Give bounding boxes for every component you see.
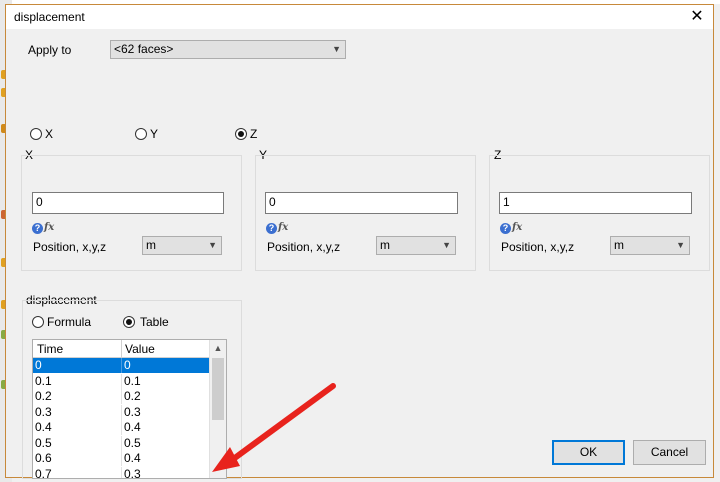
help-icon[interactable]: ? (32, 223, 43, 234)
displacement-table[interactable]: Time Value 0 0 0.1 0.1 0.2 0.2 0.3 0.3 0.4 0.4 0.5… (32, 339, 227, 479)
fx-icon[interactable]: fx (512, 222, 522, 233)
column-divider (121, 404, 122, 420)
column-divider (121, 435, 122, 451)
y-unit-value: m (380, 238, 390, 252)
axis-radio-z[interactable] (235, 128, 247, 140)
column-divider (121, 358, 122, 373)
axis-radio-x-label: X (45, 127, 54, 141)
scrollbar-thumb[interactable] (212, 358, 224, 420)
z-position-label: Position, x,y,z (501, 240, 575, 254)
x-unit-select[interactable]: m ▼ (142, 236, 222, 255)
table-scrollbar[interactable]: ▲ (209, 340, 226, 478)
value-cell[interactable]: 0.3 (124, 405, 141, 419)
column-header-time[interactable]: Time (37, 342, 63, 356)
column-divider (121, 420, 122, 435)
x-position-label: Position, x,y,z (33, 240, 107, 254)
table-row[interactable]: 0.6 0.4 (33, 451, 211, 466)
axis-radio-y[interactable] (135, 128, 147, 140)
table-radio-label: Table (140, 315, 169, 329)
z-unit-select[interactable]: m ▼ (610, 236, 690, 255)
apply-to-value: <62 faces> (114, 42, 174, 56)
help-icon[interactable]: ? (500, 223, 511, 234)
column-divider (121, 466, 122, 478)
time-cell[interactable]: 0.2 (35, 389, 52, 403)
table-row[interactable]: 0.2 0.2 (33, 389, 211, 404)
column-divider (121, 389, 122, 404)
value-cell[interactable]: 0.1 (124, 374, 141, 388)
cancel-button[interactable]: Cancel (633, 440, 706, 465)
time-cell[interactable]: 0.6 (35, 451, 52, 465)
y-unit-select[interactable]: m ▼ (376, 236, 456, 255)
formula-radio-label: Formula (47, 315, 92, 329)
time-cell[interactable]: 0 (35, 358, 42, 372)
time-cell[interactable]: 0.1 (35, 374, 52, 388)
chevron-down-icon: ▼ (208, 240, 217, 250)
value-cell[interactable]: 0.2 (124, 389, 141, 403)
table-row[interactable]: 00 (33, 358, 211, 373)
column-header-value[interactable]: Value (125, 342, 155, 356)
value-cell[interactable]: 0.3 (124, 467, 141, 479)
table-row[interactable]: 0.5 0.5 (33, 435, 211, 451)
title-bar: displacement ✕ (6, 5, 713, 29)
table-header: Time Value (33, 340, 211, 358)
axis-radio-z-label: Z (250, 127, 258, 141)
value-cell[interactable]: 0.5 (124, 436, 141, 450)
ok-button[interactable]: OK (552, 440, 625, 465)
value-cell[interactable]: 0.4 (124, 420, 141, 434)
table-row[interactable]: 0.4 0.4 (33, 420, 211, 435)
x-unit-value: m (146, 238, 156, 252)
apply-to-select[interactable]: <62 faces> ▼ (110, 40, 346, 59)
value-cell[interactable]: 0.4 (124, 451, 141, 465)
time-cell[interactable]: 0.4 (35, 420, 52, 434)
axis-radio-y-label: Y (150, 127, 159, 141)
window-title: displacement (14, 10, 85, 24)
x-value-input[interactable]: 0 (32, 192, 224, 214)
table-row[interactable]: 0.1 0.1 (33, 373, 211, 389)
table-row[interactable]: 0.7 0.3 (33, 466, 211, 479)
chevron-down-icon: ▼ (332, 44, 341, 54)
time-cell[interactable]: 0.3 (35, 405, 52, 419)
fx-icon[interactable]: fx (278, 222, 288, 233)
y-position-label: Position, x,y,z (267, 240, 341, 254)
table-row[interactable]: 0.3 0.3 (33, 404, 211, 420)
time-cell[interactable]: 0.7 (35, 467, 52, 479)
column-divider (121, 373, 122, 389)
value-cell[interactable]: 0 (124, 358, 131, 372)
displacement-dialog: displacement ✕ Apply to <62 faces> ▼ X Y… (5, 4, 714, 479)
column-divider (121, 340, 122, 357)
time-cell[interactable]: 0.5 (35, 436, 52, 450)
fx-icon[interactable]: fx (44, 222, 54, 233)
formula-radio[interactable] (32, 316, 44, 328)
table-radio[interactable] (123, 316, 135, 328)
close-button[interactable]: ✕ (687, 7, 707, 27)
chevron-down-icon: ▼ (676, 240, 685, 250)
z-unit-value: m (614, 238, 624, 252)
help-icon[interactable]: ? (266, 223, 277, 234)
axis-radio-x[interactable] (30, 128, 42, 140)
y-value-input[interactable]: 0 (265, 192, 458, 214)
z-value-input[interactable]: 1 (499, 192, 692, 214)
chevron-down-icon: ▼ (442, 240, 451, 250)
scroll-up-arrow-icon[interactable]: ▲ (210, 340, 226, 357)
column-divider (121, 451, 122, 466)
apply-to-label: Apply to (28, 43, 72, 57)
